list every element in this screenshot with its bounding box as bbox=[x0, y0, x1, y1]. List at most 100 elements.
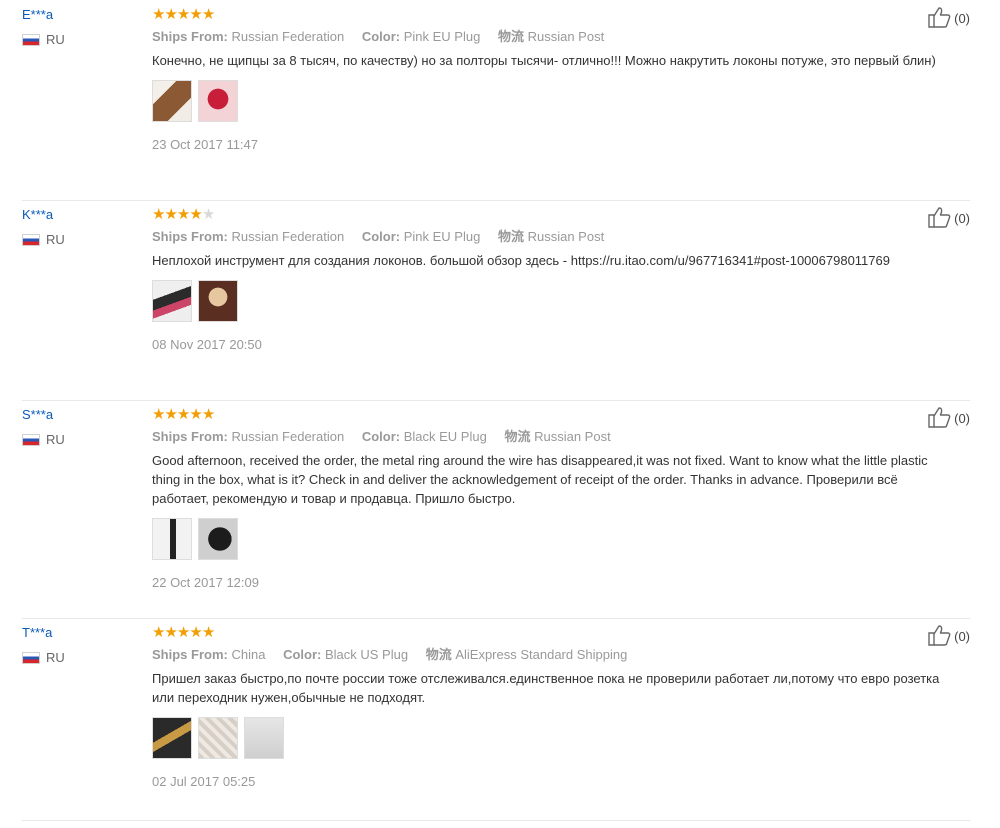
review-photo-thumbnail[interactable] bbox=[244, 717, 284, 759]
ships-from-value: China bbox=[231, 647, 266, 662]
thumbs-up-icon bbox=[927, 406, 954, 431]
review-photo-thumbnail[interactable] bbox=[152, 518, 192, 560]
reviewer-name[interactable]: S***a bbox=[22, 406, 65, 424]
country-code: RU bbox=[46, 32, 65, 47]
star-icon: ★ bbox=[176, 6, 190, 23]
color-label: Color: bbox=[361, 429, 401, 444]
review-photo-thumbnail[interactable] bbox=[198, 518, 238, 560]
review-item: T***a RU ★★★★★ Ships From: China Color: … bbox=[22, 618, 970, 821]
star-icon: ★ bbox=[152, 6, 165, 23]
helpful-count: (0) bbox=[954, 629, 970, 644]
reviewer-country: RU bbox=[22, 32, 65, 47]
reviewer-name[interactable]: E***a bbox=[22, 6, 65, 24]
review-date: 22 Oct 2017 12:09 bbox=[152, 575, 259, 590]
review-photos bbox=[152, 518, 952, 562]
logistics-label: 物流 bbox=[497, 29, 524, 44]
star-icon: ★ bbox=[176, 206, 190, 223]
review-item: S***a RU ★★★★★ Ships From: Russian Feder… bbox=[22, 400, 970, 619]
ships-from-label: Ships From: bbox=[152, 647, 228, 662]
review-photo-thumbnail[interactable] bbox=[198, 280, 238, 322]
helpful-count: (0) bbox=[954, 211, 970, 226]
color-value: Black EU Plug bbox=[403, 429, 487, 444]
review-content: ★★★★★ Ships From: Russian Federation Col… bbox=[152, 6, 952, 154]
order-info: Ships From: Russian Federation Color: Bl… bbox=[152, 428, 952, 446]
order-info: Ships From: Russian Federation Color: Pi… bbox=[152, 28, 952, 46]
thumbs-up-icon bbox=[927, 6, 954, 31]
country-code: RU bbox=[46, 650, 65, 665]
review-date: 02 Jul 2017 05:25 bbox=[152, 774, 256, 789]
star-icon: ★ bbox=[176, 624, 190, 641]
ships-from-label: Ships From: bbox=[152, 429, 228, 444]
reviewer-info: E***a RU bbox=[22, 6, 65, 47]
review-content: ★★★★★ Ships From: Russian Federation Col… bbox=[152, 206, 952, 354]
review-text: Неплохой инструмент для создания локонов… bbox=[152, 253, 890, 268]
country-code: RU bbox=[46, 432, 65, 447]
review-photo-thumbnail[interactable] bbox=[198, 717, 238, 759]
russia-flag-icon bbox=[22, 33, 40, 46]
star-icon: ★ bbox=[189, 624, 202, 641]
reviewer-name[interactable]: T***a bbox=[22, 624, 65, 642]
star-icon: ★ bbox=[164, 406, 177, 423]
star-icon: ★ bbox=[164, 6, 177, 23]
reviewer-info: S***a RU bbox=[22, 406, 65, 447]
ships-from-value: Russian Federation bbox=[231, 29, 345, 44]
thumbs-up-icon bbox=[927, 206, 954, 231]
reviewer-info: T***a RU bbox=[22, 624, 65, 665]
star-icon: ★ bbox=[152, 624, 165, 641]
russia-flag-icon bbox=[22, 651, 40, 664]
thumbs-up-icon bbox=[927, 624, 954, 649]
ships-from-value: Russian Federation bbox=[231, 229, 345, 244]
reviewer-country: RU bbox=[22, 232, 65, 247]
logistics-value: Russian Post bbox=[527, 29, 605, 44]
logistics-value: Russian Post bbox=[527, 229, 605, 244]
logistics-label: 物流 bbox=[504, 429, 531, 444]
review-text: Пришел заказ быстро,по почте россии тоже… bbox=[152, 671, 940, 705]
review-content: ★★★★★ Ships From: China Color: Black US … bbox=[152, 624, 952, 791]
review-date: 23 Oct 2017 11:47 bbox=[152, 137, 259, 152]
review-photos bbox=[152, 717, 952, 761]
ships-from-label: Ships From: bbox=[152, 29, 228, 44]
star-icon: ★ bbox=[201, 624, 215, 641]
review-content: ★★★★★ Ships From: Russian Federation Col… bbox=[152, 406, 952, 592]
star-icon: ★ bbox=[176, 406, 190, 423]
star-icon: ★ bbox=[189, 206, 202, 223]
logistics-label: 物流 bbox=[425, 647, 452, 662]
country-code: RU bbox=[46, 232, 65, 247]
helpful-button[interactable]: (0) bbox=[927, 206, 970, 231]
color-label: Color: bbox=[361, 229, 401, 244]
review-photo-thumbnail[interactable] bbox=[198, 80, 238, 122]
star-rating: ★★★★★ bbox=[152, 624, 952, 642]
star-rating: ★★★★★ bbox=[152, 206, 952, 224]
order-info: Ships From: China Color: Black US Plug 物… bbox=[152, 646, 952, 664]
ships-from-value: Russian Federation bbox=[231, 429, 345, 444]
review-photo-thumbnail[interactable] bbox=[152, 80, 192, 122]
helpful-count: (0) bbox=[954, 411, 970, 426]
review-photos bbox=[152, 80, 952, 124]
helpful-button[interactable]: (0) bbox=[927, 6, 970, 31]
russia-flag-icon bbox=[22, 233, 40, 246]
helpful-count: (0) bbox=[954, 11, 970, 26]
review-text: Конечно, не щипцы за 8 тысяч, по качеств… bbox=[152, 53, 936, 68]
review-photo-thumbnail[interactable] bbox=[152, 717, 192, 759]
star-icon: ★ bbox=[152, 206, 165, 223]
star-rating: ★★★★★ bbox=[152, 406, 952, 424]
color-label: Color: bbox=[361, 29, 401, 44]
helpful-button[interactable]: (0) bbox=[927, 406, 970, 431]
reviewer-name[interactable]: K***a bbox=[22, 206, 65, 224]
ships-from-label: Ships From: bbox=[152, 229, 228, 244]
review-photos bbox=[152, 280, 952, 324]
color-value: Pink EU Plug bbox=[403, 229, 481, 244]
logistics-value: AliExpress Standard Shipping bbox=[455, 647, 628, 662]
star-icon: ★ bbox=[164, 206, 177, 223]
star-icon: ★ bbox=[201, 406, 215, 423]
review-item: K***a RU ★★★★★ Ships From: Russian Feder… bbox=[22, 200, 970, 401]
logistics-value: Russian Post bbox=[534, 429, 611, 444]
review-photo-thumbnail[interactable] bbox=[152, 280, 192, 322]
order-info: Ships From: Russian Federation Color: Pi… bbox=[152, 228, 952, 246]
color-value: Pink EU Plug bbox=[403, 29, 481, 44]
review-item: E***a RU ★★★★★ Ships From: Russian Feder… bbox=[22, 0, 970, 201]
logistics-label: 物流 bbox=[497, 229, 524, 244]
reviewer-country: RU bbox=[22, 650, 65, 665]
russia-flag-icon bbox=[22, 433, 40, 446]
helpful-button[interactable]: (0) bbox=[927, 624, 970, 649]
